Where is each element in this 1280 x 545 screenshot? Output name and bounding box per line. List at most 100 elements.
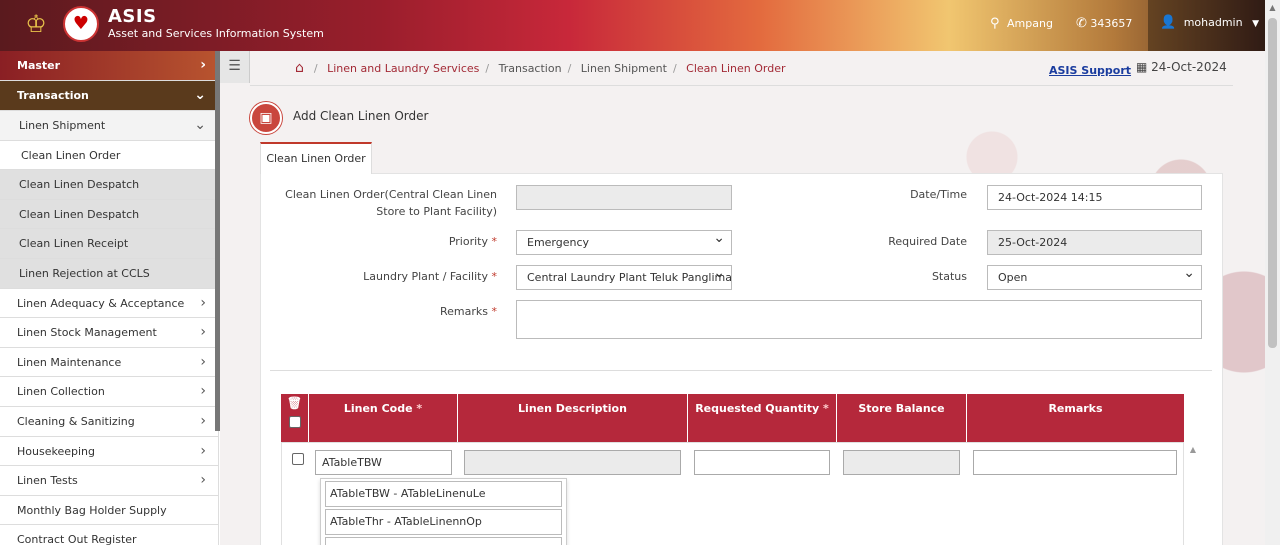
calendar-icon: ▦	[1136, 60, 1148, 74]
sidebar-item-linen-tests[interactable]: Linen Tests ›	[0, 466, 218, 496]
sidebar-item-label: Clean Linen Receipt	[19, 237, 129, 251]
malaysia-crest-logo: ♔	[25, 10, 47, 38]
remarks-label: Remarks *	[440, 305, 497, 318]
grid-body: ATableTBW ATableTBW - ATableLinenuLe ATa…	[281, 442, 1184, 545]
sidebar-item-clean-linen-order[interactable]: Clean Linen Order	[0, 140, 218, 171]
caret-down-icon: ▼	[1252, 19, 1259, 29]
page-title: Add Clean Linen Order	[293, 109, 429, 123]
sidebar-item-cleaning[interactable]: Cleaning & Sanitizing ›	[0, 407, 218, 437]
grid-header-remarks: Remarks	[967, 394, 1184, 442]
sidebar-item-clean-linen-despatch-2[interactable]: Clean Linen Despatch	[0, 199, 218, 230]
sidebar-item-label: Linen Tests	[17, 474, 78, 488]
scroll-up-icon[interactable]: ▲	[1265, 0, 1280, 15]
sidebar-item-label: Clean Linen Despatch	[19, 207, 140, 221]
chevron-right-icon: ›	[200, 442, 206, 459]
home-icon[interactable]: ⌂	[295, 60, 304, 76]
breadcrumb-divider	[250, 85, 1233, 86]
requested-quantity-input[interactable]	[694, 450, 830, 475]
brand-subtitle: Asset and Services Information System	[108, 27, 324, 40]
sidebar-item-label: Linen Collection	[17, 385, 105, 399]
sidebar-item-label: Monthly Bag Holder Supply	[17, 503, 167, 517]
linen-description-field	[464, 450, 681, 475]
chevron-right-icon: ›	[200, 353, 206, 370]
required-date-label: Required Date	[888, 235, 967, 248]
sidebar-item-label: Clean Linen Order	[21, 148, 121, 162]
chevron-right-icon: ›	[200, 324, 206, 341]
sidebar-item-linen-shipment[interactable]: Linen Shipment ⌄	[0, 111, 218, 141]
map-pin-icon: ⚲	[990, 16, 1000, 31]
current-date-label: 24-Oct-2024	[1151, 60, 1227, 74]
phone-icon: ✆	[1076, 16, 1087, 31]
grid-header-description: Linen Description	[458, 394, 688, 442]
grid-header-select: 🗑	[281, 394, 309, 442]
sidebar-item-label: Linen Adequacy & Acceptance	[17, 296, 185, 310]
sidebar-item-clean-linen-despatch[interactable]: Clean Linen Despatch	[0, 170, 218, 200]
trash-icon[interactable]: 🗑	[281, 396, 308, 410]
linen-code-input[interactable]: ATableTBW	[315, 450, 452, 475]
chevron-right-icon: ›	[200, 57, 206, 73]
current-date: ▦ 24-Oct-2024	[1136, 60, 1227, 74]
sidebar-item-label: Linen Rejection at CCLS	[19, 266, 150, 280]
sidebar-item-linen-collection[interactable]: Linen Collection ›	[0, 377, 218, 407]
hamburger-menu-button[interactable]: ☰	[220, 51, 250, 83]
required-date-field: 25-Oct-2024	[987, 230, 1202, 255]
tab-clean-linen-order[interactable]: Clean Linen Order	[260, 142, 372, 174]
plant-select[interactable]: Central Laundry Plant Teluk Panglima	[516, 265, 732, 290]
suggestion-item[interactable]: ATableTBW - ATableLinenuLe	[325, 481, 562, 507]
sidebar-item-master[interactable]: Master ›	[0, 51, 218, 81]
chevron-down-icon: ⌄	[194, 87, 206, 103]
datetime-field[interactable]: 24-Oct-2024 14:15	[987, 185, 1202, 210]
priority-label: Priority *	[448, 235, 497, 248]
sidebar-item-linen-maintenance[interactable]: Linen Maintenance ›	[0, 348, 218, 378]
suggestion-item-partial[interactable]	[325, 537, 562, 545]
sidebar-item-label: Housekeeping	[17, 444, 95, 458]
store-balance-field	[843, 450, 960, 475]
breadcrumb-item[interactable]: Linen and Laundry Services	[327, 62, 479, 75]
washing-machine-icon: ▣	[250, 102, 282, 134]
row-checkbox[interactable]	[292, 453, 304, 465]
ministry-logo: ♥	[63, 6, 99, 42]
status-select[interactable]: Open	[987, 265, 1202, 290]
breadcrumb-item[interactable]: Transaction	[499, 62, 562, 75]
breadcrumb-item[interactable]: Linen Shipment	[581, 62, 667, 75]
sidebar-item-label: Linen Stock Management	[17, 326, 157, 340]
counter-label: 343657	[1090, 17, 1133, 30]
plant-label: Laundry Plant / Facility *	[363, 270, 497, 283]
suggestion-item[interactable]: ATableThr - ATableLinennOp	[325, 509, 562, 535]
sidebar-item-label: Cleaning & Sanitizing	[17, 414, 135, 428]
select-all-checkbox[interactable]	[288, 416, 301, 428]
sidebar: Master › Transaction ⌄ Linen Shipment ⌄ Cle…	[0, 51, 219, 545]
remarks-textarea[interactable]	[516, 300, 1202, 339]
priority-select[interactable]: Emergency	[516, 230, 732, 255]
chevron-right-icon: ›	[200, 294, 206, 311]
page-scrollbar[interactable]: ▲	[1265, 0, 1280, 545]
grid-header-balance: Store Balance	[837, 394, 967, 442]
chevron-down-icon: ⌄	[194, 117, 206, 133]
sidebar-item-bag-holder[interactable]: Monthly Bag Holder Supply	[0, 496, 218, 526]
phone-counter[interactable]: ✆ 343657	[1076, 16, 1132, 31]
grid-scroll-up-icon[interactable]: ▲	[1186, 445, 1200, 545]
sidebar-item-label: Linen Maintenance	[17, 355, 122, 369]
linen-code-suggestions: ATableTBW - ATableLinenuLe ATableThr - A…	[320, 478, 567, 545]
status-label: Status	[931, 270, 967, 283]
sidebar-item-label: Contract Out Register	[17, 533, 137, 545]
sidebar-item-linen-rejection[interactable]: Linen Rejection at CCLS	[0, 258, 218, 289]
grid-header-quantity: Requested Quantity *	[688, 394, 837, 442]
asis-support-link[interactable]: ASIS Support	[1049, 64, 1131, 77]
sidebar-item-label: Clean Linen Despatch	[19, 178, 140, 192]
sidebar-item-linen-stock[interactable]: Linen Stock Management ›	[0, 318, 218, 348]
user-menu[interactable]: 👤 mohadmin ▼	[1148, 0, 1265, 51]
scrollbar-thumb[interactable]	[1268, 18, 1277, 348]
sidebar-item-linen-adequacy[interactable]: Linen Adequacy & Acceptance ›	[0, 289, 218, 319]
sidebar-item-housekeeping[interactable]: Housekeeping ›	[0, 437, 218, 467]
chevron-right-icon: ›	[200, 412, 206, 429]
sidebar-item-contract-out[interactable]: Contract Out Register	[0, 525, 218, 545]
location-selector[interactable]: ⚲ Ampang	[990, 16, 1053, 31]
order-number-label: Clean Linen Order(Central Clean Linen Sto…	[285, 188, 497, 218]
breadcrumb: ⌂ / Linen and Laundry Services / Transacti…	[295, 60, 786, 76]
row-remarks-input[interactable]	[973, 450, 1177, 475]
sidebar-item-transaction[interactable]: Transaction ⌄	[0, 81, 218, 111]
sidebar-item-clean-linen-receipt[interactable]: Clean Linen Receipt	[0, 229, 218, 259]
sidebar-item-label: Master	[17, 59, 61, 72]
chevron-right-icon: ›	[200, 472, 206, 489]
